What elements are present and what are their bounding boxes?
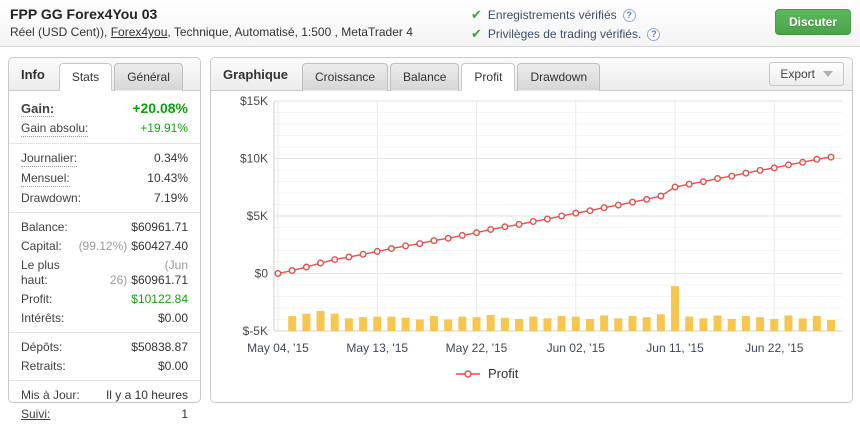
help-icon[interactable]: ? [623, 9, 636, 22]
profit-chart-svg: $15K $10K $5K $0 $-5K May 04, '15 May 13, '15 M… [211, 92, 852, 403]
stat-row-interets: Intérêts: $0.00 [9, 309, 200, 328]
info-panel-title: Info [9, 67, 59, 90]
stat-row-balance: Balance: $60961.71 [9, 218, 200, 237]
svg-text:Jun 11, '15: Jun 11, '15 [646, 341, 704, 355]
account-title: FPP GG Forex4You 03 [10, 6, 413, 22]
stat-row-mensuel: Mensuel: 10.43% [9, 169, 200, 189]
stat-row-journalier: Journalier: 0.34% [9, 149, 200, 169]
info-panel-header: Info StatsGénéral [9, 58, 200, 91]
tab-drawdown[interactable]: Drawdown [517, 63, 600, 91]
stat-value-mensuel: 10.43% [147, 171, 188, 186]
verified-trading-row: ✔ Privilèges de trading vérifiés. ? [471, 25, 660, 43]
stat-label-capital: Capital: [21, 239, 62, 254]
verified-trading-label: Privilèges de trading vérifiés. [488, 27, 641, 41]
stat-value-le-plus-haut: (Jun 26)$60961.71 [87, 258, 188, 288]
chart-panel-title: Graphique [211, 67, 302, 90]
stat-row-gain-absolu: Gain absolu: +19.91% [9, 119, 200, 139]
stat-value-drawdown: 7.19% [154, 191, 188, 206]
stat-value-capital: (99.12%)$60427.40 [79, 239, 188, 254]
stats-body: Gain: +20.08% Gain absolu: +19.91% Journalie… [9, 91, 200, 424]
info-tabs: StatsGénéral [59, 63, 185, 90]
stat-value-retraits: $0.00 [158, 359, 188, 374]
chart-tabs: CroissanceBalanceProfitDrawdown [302, 63, 602, 90]
svg-text:Profit: Profit [488, 366, 519, 381]
stat-row-mis-a-jour: Mis à Jour: Il y a 10 heures [9, 386, 200, 405]
stat-label-gain: Gain: [21, 101, 54, 117]
stat-value-journalier: 0.34% [154, 151, 188, 166]
divider [9, 380, 200, 381]
stat-label-profit: Profit: [21, 292, 52, 307]
broker-link[interactable]: Forex4you [111, 25, 168, 39]
stat-label-gain-absolu: Gain absolu: [21, 121, 88, 137]
account-meta-text: , Technique, Automatisé, 1:500 , MetaTra… [167, 25, 412, 39]
stat-label-depots: Dépôts: [21, 340, 62, 355]
export-label: Export [780, 67, 815, 81]
tab-balance[interactable]: Balance [390, 63, 459, 91]
svg-text:$-5K: $-5K [243, 324, 268, 338]
tab-profit[interactable]: Profit [461, 63, 515, 91]
stat-prefix-le-plus-haut: (Jun 26) [110, 258, 188, 287]
stat-label-journalier: Journalier: [21, 151, 77, 167]
stat-value-suivi: 1 [181, 407, 188, 422]
svg-text:Jun 22, '15: Jun 22, '15 [745, 341, 804, 355]
stat-row-capital: Capital: (99.12%)$60427.40 [9, 237, 200, 256]
stat-label-le-plus-haut: Le plus haut: [21, 258, 87, 288]
account-subtitle: Réel (USD Cent)), Forex4you, Technique, … [10, 25, 413, 39]
divider [9, 212, 200, 213]
chevron-down-icon [823, 71, 833, 77]
discuss-button[interactable]: Discuter [775, 9, 851, 35]
verification-block: ✔ Enregistrements vérifiés ? ✔ Privilège… [471, 6, 660, 44]
account-type-text: Réel (USD Cent)), [10, 25, 111, 39]
stat-value-balance: $60961.71 [131, 220, 188, 235]
divider [9, 143, 200, 144]
stat-label-mensuel: Mensuel: [21, 171, 70, 187]
stat-row-suivi: Suivi: 1 [9, 405, 200, 424]
verified-records-label: Enregistrements vérifiés [488, 8, 617, 22]
stat-label-interets: Intérêts: [21, 311, 64, 326]
top-header: FPP GG Forex4You 03 Réel (USD Cent)), Fo… [0, 0, 860, 47]
stat-label-mis-a-jour: Mis à Jour: [21, 388, 80, 403]
page: { "header": { "title": "FPP GG Forex4You… [0, 0, 860, 409]
verified-records-row: ✔ Enregistrements vérifiés ? [471, 6, 660, 24]
tab-stats[interactable]: Stats [59, 63, 112, 91]
svg-text:May 13, '15: May 13, '15 [346, 341, 408, 355]
check-icon: ✔ [471, 7, 482, 23]
stat-value-gain-absolu: +19.91% [140, 121, 188, 136]
stat-value-gain: +20.08% [132, 101, 188, 116]
check-icon: ✔ [471, 26, 482, 42]
svg-text:$10K: $10K [240, 152, 268, 166]
svg-text:$15K: $15K [240, 94, 268, 108]
stat-row-le-plus-haut: Le plus haut:(Jun 26)$60961.71 [9, 256, 200, 290]
account-header: FPP GG Forex4You 03 Réel (USD Cent)), Fo… [10, 6, 413, 39]
stat-prefix-capital: (99.12%) [79, 239, 128, 253]
svg-text:Jun 02, '15: Jun 02, '15 [547, 341, 606, 355]
help-icon[interactable]: ? [647, 28, 660, 41]
info-panel: Info StatsGénéral Gain: +20.08% Gain absol… [8, 57, 201, 403]
svg-text:May 22, '15: May 22, '15 [446, 341, 508, 355]
stat-value-profit: $10122.84 [131, 292, 188, 307]
chart-panel-header: Graphique CroissanceBalanceProfitDrawdow… [211, 58, 852, 91]
stat-label-drawdown: Drawdown: [21, 191, 81, 206]
stat-row-gain: Gain: +20.08% [9, 99, 200, 119]
stat-row-depots: Dépôts: $50838.87 [9, 338, 200, 357]
stat-value-mis-a-jour: Il y a 10 heures [106, 388, 188, 403]
stat-row-retraits: Retraits: $0.00 [9, 357, 200, 376]
svg-text:$0: $0 [255, 267, 269, 281]
svg-text:$5K: $5K [247, 209, 268, 223]
stat-row-profit: Profit: $10122.84 [9, 290, 200, 309]
svg-text:May 04, '15: May 04, '15 [247, 341, 309, 355]
export-button[interactable]: Export [769, 62, 844, 86]
stat-value-depots: $50838.87 [131, 340, 188, 355]
stat-row-drawdown: Drawdown: 7.19% [9, 189, 200, 208]
stat-value-interets: $0.00 [158, 311, 188, 326]
tab-croissance[interactable]: Croissance [302, 63, 388, 91]
profit-chart: $15K $10K $5K $0 $-5K May 04, '15 May 13, '15 M… [211, 92, 852, 403]
stat-label-retraits: Retraits: [21, 359, 66, 374]
stat-label-balance: Balance: [21, 220, 68, 235]
chart-panel: Graphique CroissanceBalanceProfitDrawdow… [210, 57, 853, 403]
tab-g-n-ral[interactable]: Général [114, 63, 183, 91]
divider [9, 332, 200, 333]
stat-label-suivi[interactable]: Suivi: [21, 407, 50, 422]
